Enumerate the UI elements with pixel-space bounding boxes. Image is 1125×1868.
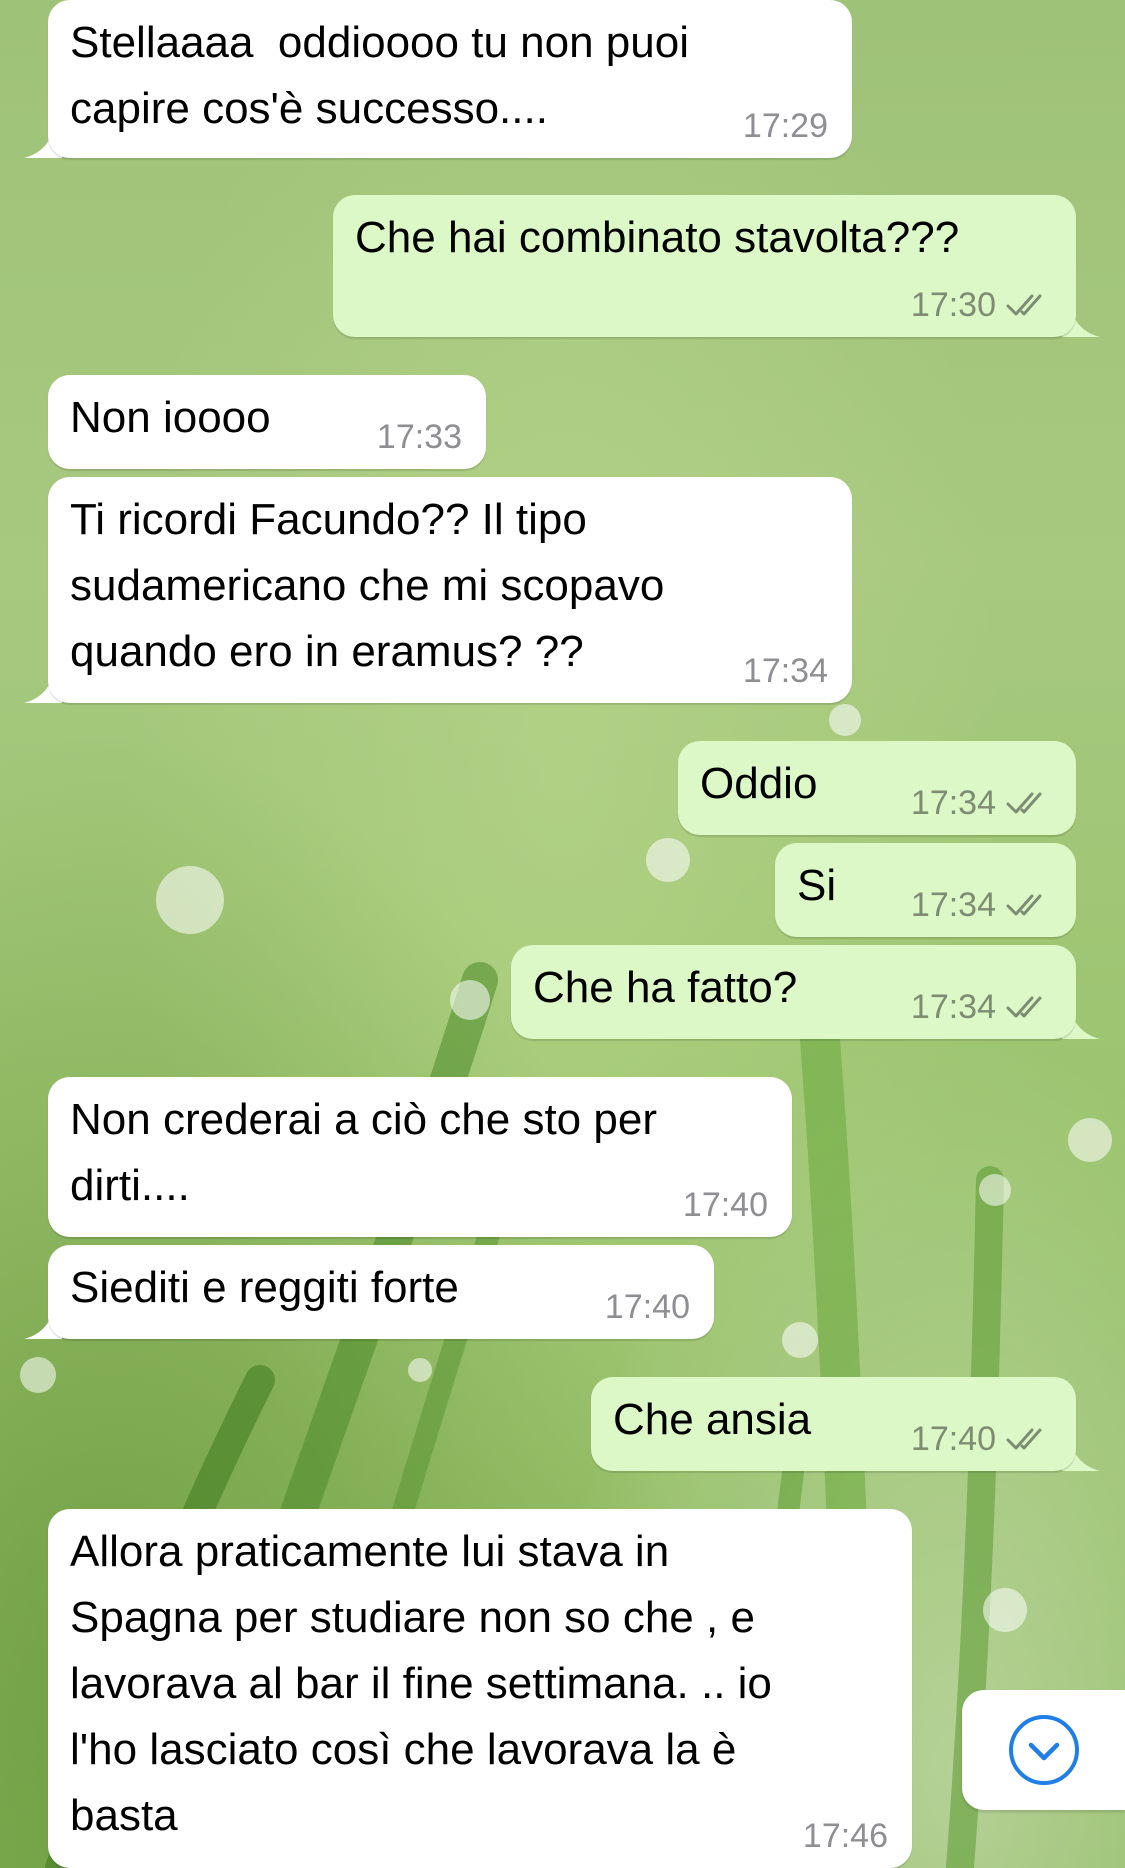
message-meta: 17:30 xyxy=(911,285,1052,325)
message-timestamp: 17:33 xyxy=(376,418,462,456)
double-check-icon xyxy=(1006,792,1042,814)
message-meta: 17:40 xyxy=(605,1287,690,1327)
double-check-icon xyxy=(1006,1428,1042,1450)
message-meta: 17:34 xyxy=(911,783,1052,823)
message-text: Stellaaaa oddioooo tu non puoi capire co… xyxy=(70,18,689,133)
message-meta: 17:34 xyxy=(911,885,1052,925)
message-meta: 17:34 xyxy=(743,651,828,691)
message-timestamp: 17:30 xyxy=(910,286,996,324)
double-check-icon xyxy=(1006,294,1042,316)
incoming-message[interactable]: Non ioooo 17:33 xyxy=(48,375,486,469)
message-timestamp: 17:29 xyxy=(742,107,828,145)
incoming-message[interactable]: Siediti e reggiti forte 17:40 xyxy=(48,1245,714,1339)
outgoing-message[interactable]: Che ha fatto? 17:34 xyxy=(511,945,1076,1039)
message-timestamp: 17:46 xyxy=(802,1817,888,1855)
incoming-message[interactable]: Ti ricordi Facundo?? Il tipo sudamerican… xyxy=(48,477,852,703)
message-text: Che hai combinato stavolta??? xyxy=(355,213,960,262)
message-text: Allora praticamente lui stava in Spagna … xyxy=(70,1527,772,1840)
outgoing-message[interactable]: Si 17:34 xyxy=(775,843,1076,937)
incoming-message[interactable]: Non crederai a ciò che sto per dirti....… xyxy=(48,1077,792,1237)
incoming-message[interactable]: Stellaaaa oddioooo tu non puoi capire co… xyxy=(48,0,852,158)
message-timestamp: 17:34 xyxy=(910,886,996,924)
incoming-message[interactable]: Allora praticamente lui stava in Spagna … xyxy=(48,1509,912,1868)
double-check-icon xyxy=(1006,996,1042,1018)
message-timestamp: 17:40 xyxy=(604,1288,690,1326)
message-meta: 17:34 xyxy=(911,987,1052,1027)
message-text: Ti ricordi Facundo?? Il tipo sudamerican… xyxy=(70,495,665,676)
double-check-icon xyxy=(1006,894,1042,916)
message-text: Siediti e reggiti forte xyxy=(70,1263,459,1312)
outgoing-message[interactable]: Che hai combinato stavolta??? 17:30 xyxy=(333,195,1076,337)
message-timestamp: 17:34 xyxy=(910,988,996,1026)
message-meta: 17:40 xyxy=(683,1185,768,1225)
message-timestamp: 17:40 xyxy=(910,1420,996,1458)
message-text: Non crederai a ciò che sto per dirti.... xyxy=(70,1095,657,1210)
chevron-down-circle-icon xyxy=(1008,1715,1079,1785)
message-meta: 17:46 xyxy=(803,1816,888,1856)
outgoing-message[interactable]: Che ansia 17:40 xyxy=(591,1377,1076,1471)
message-timestamp: 17:40 xyxy=(682,1186,768,1224)
outgoing-message[interactable]: Oddio 17:34 xyxy=(678,741,1076,835)
scroll-to-bottom-button[interactable] xyxy=(962,1690,1125,1810)
message-meta: 17:33 xyxy=(377,417,462,457)
message-timestamp: 17:34 xyxy=(910,784,996,822)
message-timestamp: 17:34 xyxy=(742,652,828,690)
message-meta: 17:40 xyxy=(911,1419,1052,1459)
message-meta: 17:29 xyxy=(743,106,828,146)
